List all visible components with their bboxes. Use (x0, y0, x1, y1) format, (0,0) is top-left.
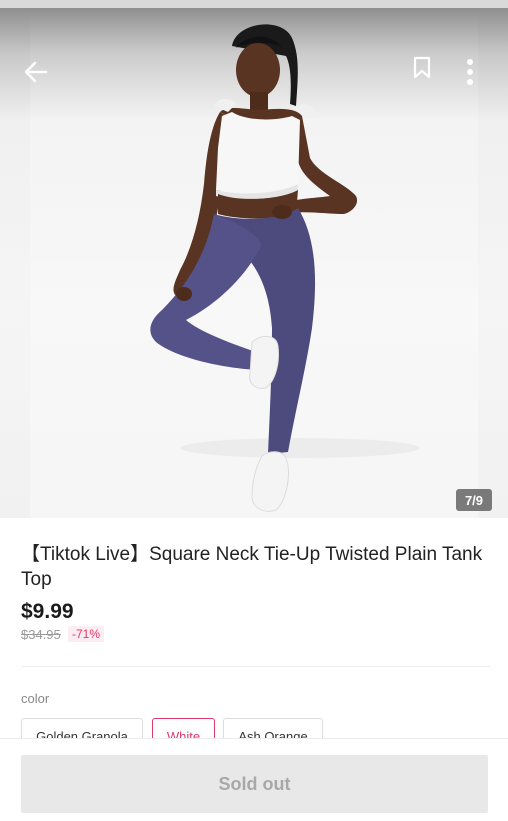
back-button[interactable] (16, 52, 56, 92)
current-price: $9.99 (21, 600, 74, 623)
discount-badge: -71% (68, 626, 105, 642)
more-vertical-icon (467, 59, 473, 85)
bookmark-button[interactable] (404, 48, 440, 88)
status-strip (0, 0, 508, 8)
image-counter: 7/9 (456, 489, 492, 511)
bottom-action-bar: Sold out (0, 738, 508, 821)
more-options-button[interactable] (452, 52, 488, 92)
sold-out-button[interactable]: Sold out (21, 755, 488, 813)
color-swatch-ash-orange[interactable]: Ash Orange (223, 718, 323, 738)
color-swatch-white[interactable]: White (152, 718, 215, 738)
color-label: color (21, 691, 50, 706)
divider (21, 666, 491, 667)
bookmark-icon (413, 56, 431, 79)
product-title: 【Tiktok Live】Square Neck Tie-Up Twisted … (21, 544, 483, 590)
color-swatch-list: Golden Granola White Ash Orange (21, 718, 508, 738)
product-detail-page: 7/9 【Tiktok Live】Square Neck Tie-Up Twis… (0, 0, 508, 821)
original-price: $34.95 (21, 627, 61, 642)
arrow-left-icon (24, 61, 48, 83)
product-image-gallery[interactable]: 7/9 (0, 8, 508, 518)
color-swatch-golden-granola[interactable]: Golden Granola (21, 718, 143, 738)
